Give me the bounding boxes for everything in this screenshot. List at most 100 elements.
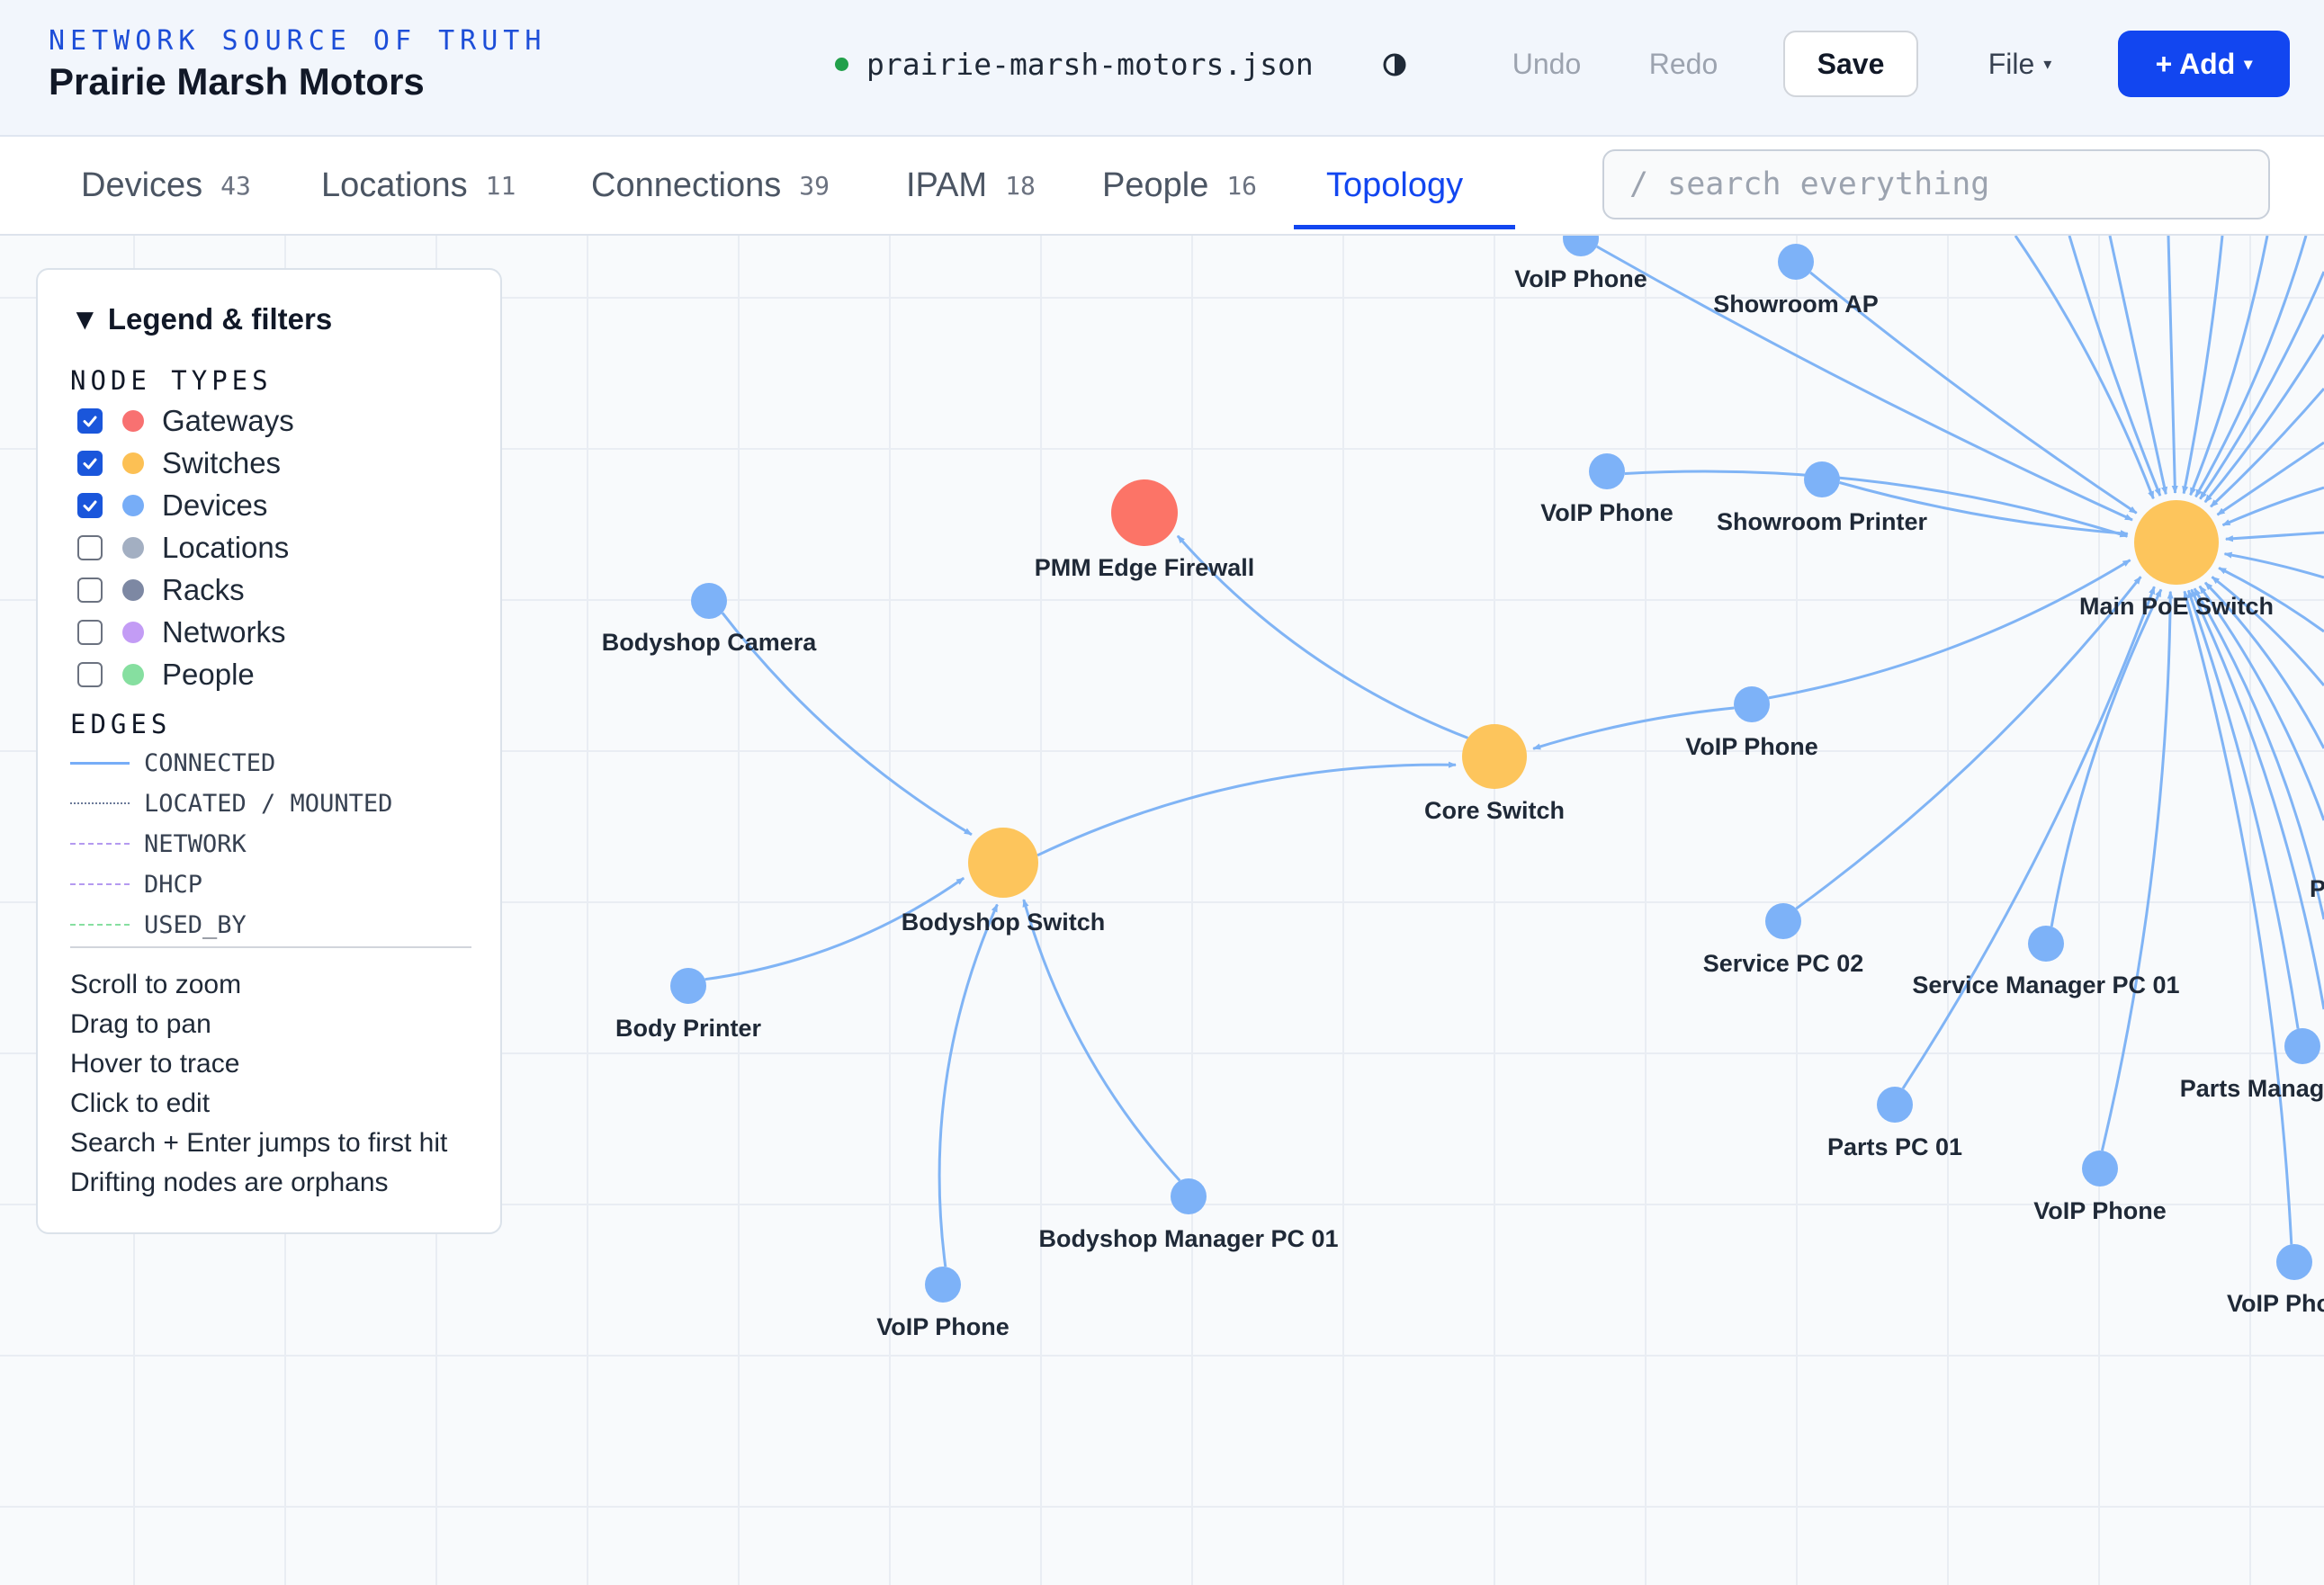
node-voip_corner[interactable] — [2276, 1244, 2312, 1280]
people-checkbox[interactable] — [77, 662, 103, 687]
node-service_pc02[interactable] — [1765, 903, 1801, 939]
redo-button[interactable]: Redo — [1630, 31, 1736, 97]
edge-sample-dashed — [70, 843, 130, 845]
filter-locations[interactable]: Locations — [70, 530, 289, 566]
edge-offscreen-6-to-main_poe[interactable] — [2194, 236, 2308, 498]
node-showroom_ap[interactable] — [1778, 244, 1814, 280]
edge-voip_body-to-body_sw[interactable] — [938, 903, 999, 1267]
tab-ipam[interactable]: IPAM 18 — [906, 137, 1036, 234]
contrast-icon[interactable] — [1382, 52, 1407, 77]
edge-offscreen-10-to-main_poe[interactable] — [2216, 441, 2324, 516]
edge-label: LOCATED / MOUNTED — [144, 789, 393, 818]
filter-networks[interactable]: Networks — [70, 614, 286, 650]
edge-offscreen-2-to-main_poe[interactable] — [2108, 236, 2168, 496]
node-core[interactable] — [1462, 724, 1527, 789]
edge-offscreen-9-to-main_poe[interactable] — [2210, 388, 2324, 508]
tab-count: 11 — [485, 170, 516, 201]
edge-sample-dotted — [70, 802, 130, 804]
help-text: Hover to trace — [70, 1049, 240, 1079]
tab-count: 39 — [799, 170, 830, 201]
node-label-voip_corner: VoIP Pho — [2227, 1290, 2324, 1317]
node-parts_mgr[interactable] — [2284, 1028, 2320, 1064]
edge-offscreen-12-to-main_poe[interactable] — [2225, 531, 2324, 542]
node-label-service_pc02: Service PC 02 — [1703, 950, 1864, 977]
edge-offscreen-3-to-main_poe[interactable] — [2167, 236, 2178, 494]
switches-checkbox[interactable] — [77, 451, 103, 476]
edge-body_mgr_pc-to-body_sw[interactable] — [1022, 899, 1181, 1182]
node-voip_core[interactable] — [1734, 686, 1770, 722]
legend-panel: ▼ Legend & filters NODE TYPES Gateways S… — [36, 268, 502, 1234]
edge-parts_pc01-to-main_poe[interactable] — [1901, 586, 2156, 1089]
edge-offscreen-0-to-main_poe[interactable] — [2014, 236, 2155, 500]
person-swatch — [122, 664, 144, 685]
tab-label: Connections — [591, 166, 782, 204]
file-menu-button[interactable]: File ▾ — [1970, 31, 2069, 97]
tab-count: 16 — [1226, 170, 1258, 201]
chevron-down-icon: ▾ — [2244, 54, 2253, 73]
locations-checkbox[interactable] — [77, 535, 103, 560]
racks-checkbox[interactable] — [77, 578, 103, 603]
node-parts_pc01[interactable] — [1877, 1087, 1913, 1123]
filter-devices[interactable]: Devices — [70, 488, 267, 524]
edge-voip_top-to-main_poe[interactable] — [1596, 245, 2133, 522]
edge-voip_bottom-to-main_poe[interactable] — [2100, 590, 2174, 1151]
node-showroom_printer[interactable] — [1804, 461, 1840, 497]
edge-service_pc02-to-main_poe[interactable] — [1795, 576, 2142, 910]
edge-sample-dashed-fine — [70, 883, 130, 885]
node-label-fw: PMM Edge Firewall — [1035, 554, 1255, 581]
edge-offscreen-19-to-main_poe[interactable] — [2190, 588, 2324, 1010]
edge-body_sw-to-core[interactable] — [1036, 761, 1457, 857]
networks-checkbox[interactable] — [77, 620, 103, 645]
node-voip_top[interactable] — [1563, 236, 1599, 256]
gateways-checkbox[interactable] — [77, 408, 103, 434]
node-svc_mgr_pc[interactable] — [2028, 926, 2064, 962]
tab-connections[interactable]: Connections 39 — [591, 137, 830, 234]
node-fw[interactable] — [1111, 479, 1178, 546]
node-body_cam[interactable] — [691, 583, 727, 619]
tab-topology[interactable]: Topology — [1326, 137, 1463, 234]
save-button[interactable]: Save — [1783, 31, 1918, 97]
devices-checkbox[interactable] — [77, 493, 103, 518]
undo-button[interactable]: Undo — [1494, 31, 1600, 97]
node-label-body_sw: Bodyshop Switch — [902, 909, 1106, 936]
node-label-voip_bottom: VoIP Phone — [2033, 1197, 2167, 1224]
node-body_sw[interactable] — [968, 828, 1038, 898]
filter-gateways[interactable]: Gateways — [70, 403, 294, 439]
edge-offscreen-1-to-main_poe[interactable] — [2068, 236, 2162, 497]
legend-toggle[interactable]: ▼ Legend & filters — [70, 302, 332, 336]
node-body_printer[interactable] — [670, 968, 706, 1004]
filter-racks[interactable]: Racks — [70, 572, 245, 608]
edge-offscreen-13-to-main_poe[interactable] — [2223, 551, 2324, 579]
edge-offscreen-8-to-main_poe[interactable] — [2203, 334, 2324, 504]
edge-voip_core-to-main_poe[interactable] — [1768, 559, 2131, 700]
tab-devices[interactable]: Devices 43 — [81, 137, 251, 234]
edge-svc_mgr_pc-to-main_poe[interactable] — [2050, 588, 2163, 927]
node-main_poe[interactable] — [2134, 500, 2219, 585]
edge-type-network: NETWORK — [70, 828, 247, 860]
add-button[interactable]: + Add ▾ — [2118, 31, 2290, 97]
search-input[interactable] — [1602, 149, 2270, 219]
edge-parts_mgr-to-main_poe[interactable] — [2186, 589, 2300, 1029]
rack-swatch — [122, 579, 144, 601]
node-voip_bottom[interactable] — [2082, 1151, 2118, 1187]
edge-offscreen-11-to-main_poe[interactable] — [2221, 486, 2324, 527]
tab-count: 43 — [220, 170, 251, 201]
edge-voip_corner-to-main_poe[interactable] — [2183, 590, 2293, 1245]
tab-locations[interactable]: Locations 11 — [321, 137, 516, 234]
node-voip_body[interactable] — [925, 1267, 961, 1303]
node-label-body_printer: Body Printer — [615, 1015, 762, 1042]
edge-sample-solid — [70, 761, 130, 765]
node-body_mgr_pc[interactable] — [1171, 1178, 1207, 1214]
file-menu-label: File — [1988, 47, 2035, 80]
filter-label: Devices — [162, 488, 268, 522]
help-text: Drag to pan — [70, 1009, 211, 1039]
filter-people[interactable]: People — [70, 657, 255, 693]
edge-offscreen-7-to-main_poe[interactable] — [2199, 271, 2324, 500]
tab-people[interactable]: People 16 — [1102, 137, 1257, 234]
filter-switches[interactable]: Switches — [70, 445, 281, 481]
node-label-voip_top: VoIP Phone — [1514, 265, 1647, 292]
app-eyebrow: NETWORK SOURCE OF TRUTH — [49, 25, 547, 57]
edge-offscreen-4-to-main_poe[interactable] — [2182, 236, 2224, 495]
filter-label: People — [162, 658, 255, 691]
node-voip_mid[interactable] — [1589, 453, 1625, 489]
